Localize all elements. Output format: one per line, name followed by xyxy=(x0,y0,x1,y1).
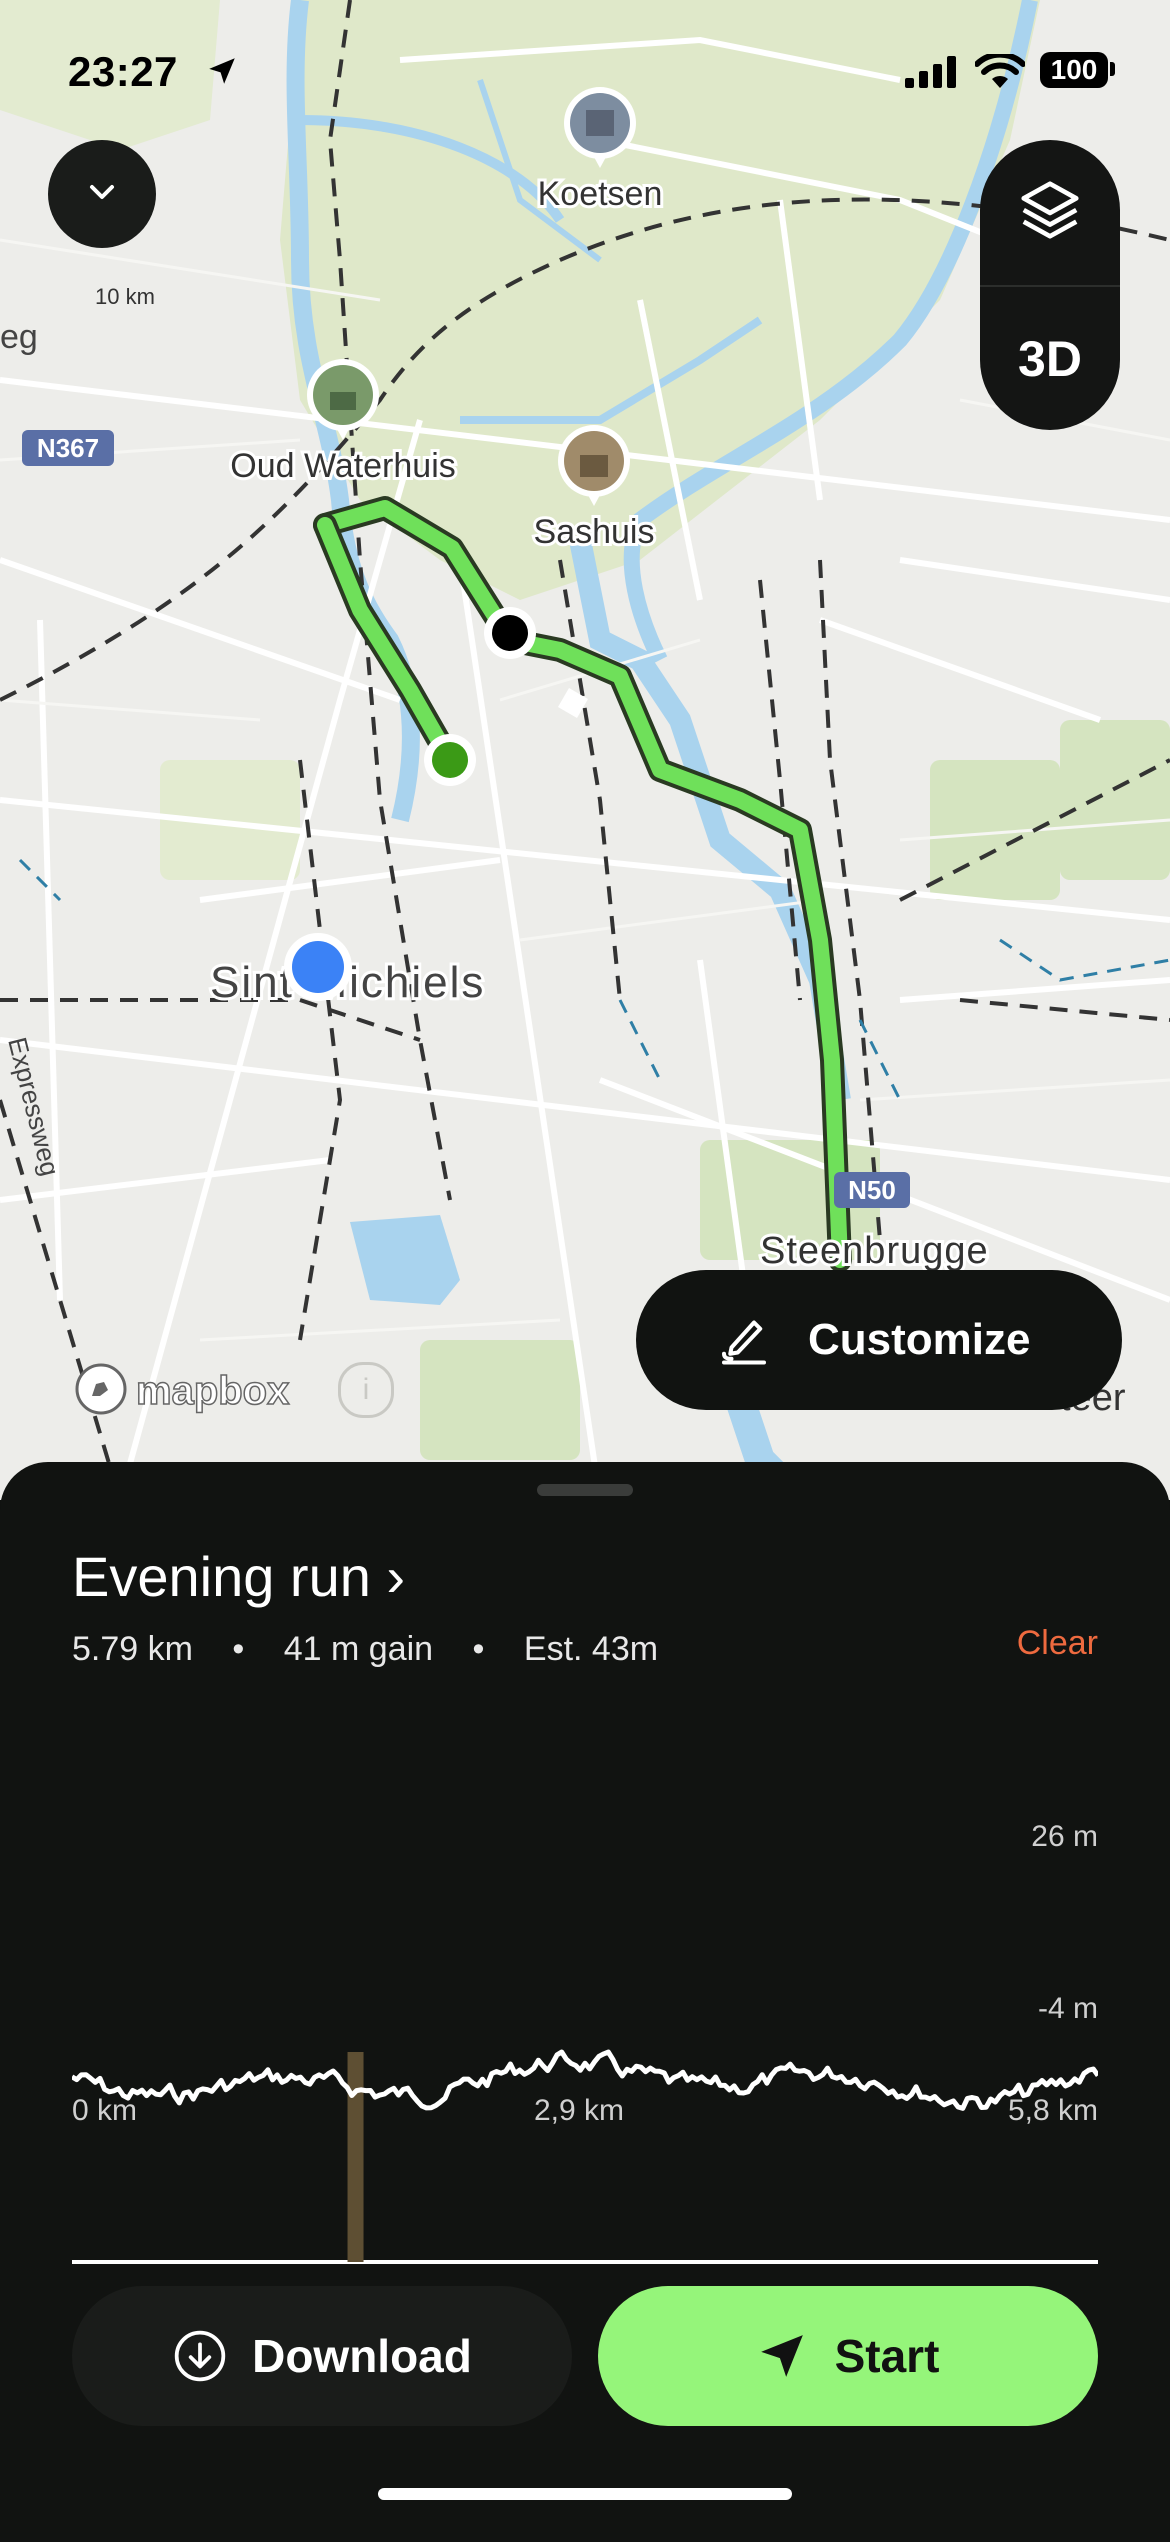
elevation-profile-chart[interactable] xyxy=(72,1862,1098,2542)
route-distance: 5.79 km xyxy=(72,1630,193,1668)
sheet-handle[interactable] xyxy=(537,1484,633,1496)
battery-tip xyxy=(1110,62,1115,76)
elevation-max-label: 26 m xyxy=(1031,1820,1098,1853)
clear-button[interactable]: Clear xyxy=(1017,1624,1098,1663)
svg-text:N50: N50 xyxy=(848,1175,896,1205)
mapbox-logo: mapbox xyxy=(74,1362,290,1421)
svg-text:N367: N367 xyxy=(37,433,99,463)
info-button[interactable]: i xyxy=(338,1362,394,1418)
route-gain: 41 m gain xyxy=(283,1630,434,1668)
place-label: eg xyxy=(0,318,38,356)
route-stats: 5.79 km • 41 m gain • Est. 43m xyxy=(72,1630,658,1669)
battery-indicator: 100 xyxy=(1040,52,1108,88)
navigation-arrow-icon xyxy=(757,2331,807,2381)
svg-text:Koetsen: Koetsen xyxy=(538,175,663,213)
cellular-signal-icon xyxy=(905,56,959,93)
status-bar: 23:27 100 xyxy=(0,48,1170,104)
layers-icon xyxy=(1015,175,1085,250)
position-marker xyxy=(347,2052,364,2262)
route-sheet: Evening run › 5.79 km • 41 m gain • Est.… xyxy=(0,1462,1170,2532)
layers-button[interactable] xyxy=(980,140,1120,285)
start-label: Start xyxy=(834,2330,940,2382)
road-badge: N367 xyxy=(22,430,114,466)
start-button[interactable]: Start xyxy=(598,2286,1098,2426)
home-indicator xyxy=(378,2488,792,2500)
pen-icon xyxy=(714,1310,774,1370)
customize-button[interactable]: Customize xyxy=(636,1270,1122,1410)
svg-text:Sashuis: Sashuis xyxy=(534,513,655,551)
scale-label: 10 km xyxy=(95,284,155,309)
collapse-button[interactable] xyxy=(48,140,156,248)
route-end-marker xyxy=(484,607,536,659)
chevron-down-icon xyxy=(82,172,122,217)
status-time: 23:27 xyxy=(68,48,178,95)
download-label: Download xyxy=(252,2330,472,2382)
route-start-marker xyxy=(424,734,476,786)
download-icon xyxy=(172,2328,228,2384)
road-badge: N50 xyxy=(834,1172,910,1208)
route-estimate: Est. 43m xyxy=(523,1630,659,1668)
user-location-marker xyxy=(284,933,352,1001)
mapbox-icon xyxy=(74,1362,128,1421)
3d-toggle-button[interactable]: 3D xyxy=(980,287,1120,430)
route-title[interactable]: Evening run › xyxy=(72,1544,405,1609)
place-label-steenbrugge: Steenbrugge xyxy=(760,1230,989,1272)
x-label-start: 0 km xyxy=(72,2094,138,2127)
customize-label: Customize xyxy=(808,1315,1031,1364)
separator: • xyxy=(232,1630,245,1668)
location-arrow-icon xyxy=(205,54,239,93)
wifi-icon xyxy=(974,51,1026,95)
map-controls: 3D xyxy=(980,140,1120,430)
svg-text:Oud Waterhuis: Oud Waterhuis xyxy=(230,447,456,485)
separator: • xyxy=(472,1630,485,1668)
download-button[interactable]: Download xyxy=(72,2286,572,2426)
x-label-mid: 2,9 km xyxy=(534,2094,625,2127)
x-label-end: 5,8 km xyxy=(1007,2094,1098,2127)
